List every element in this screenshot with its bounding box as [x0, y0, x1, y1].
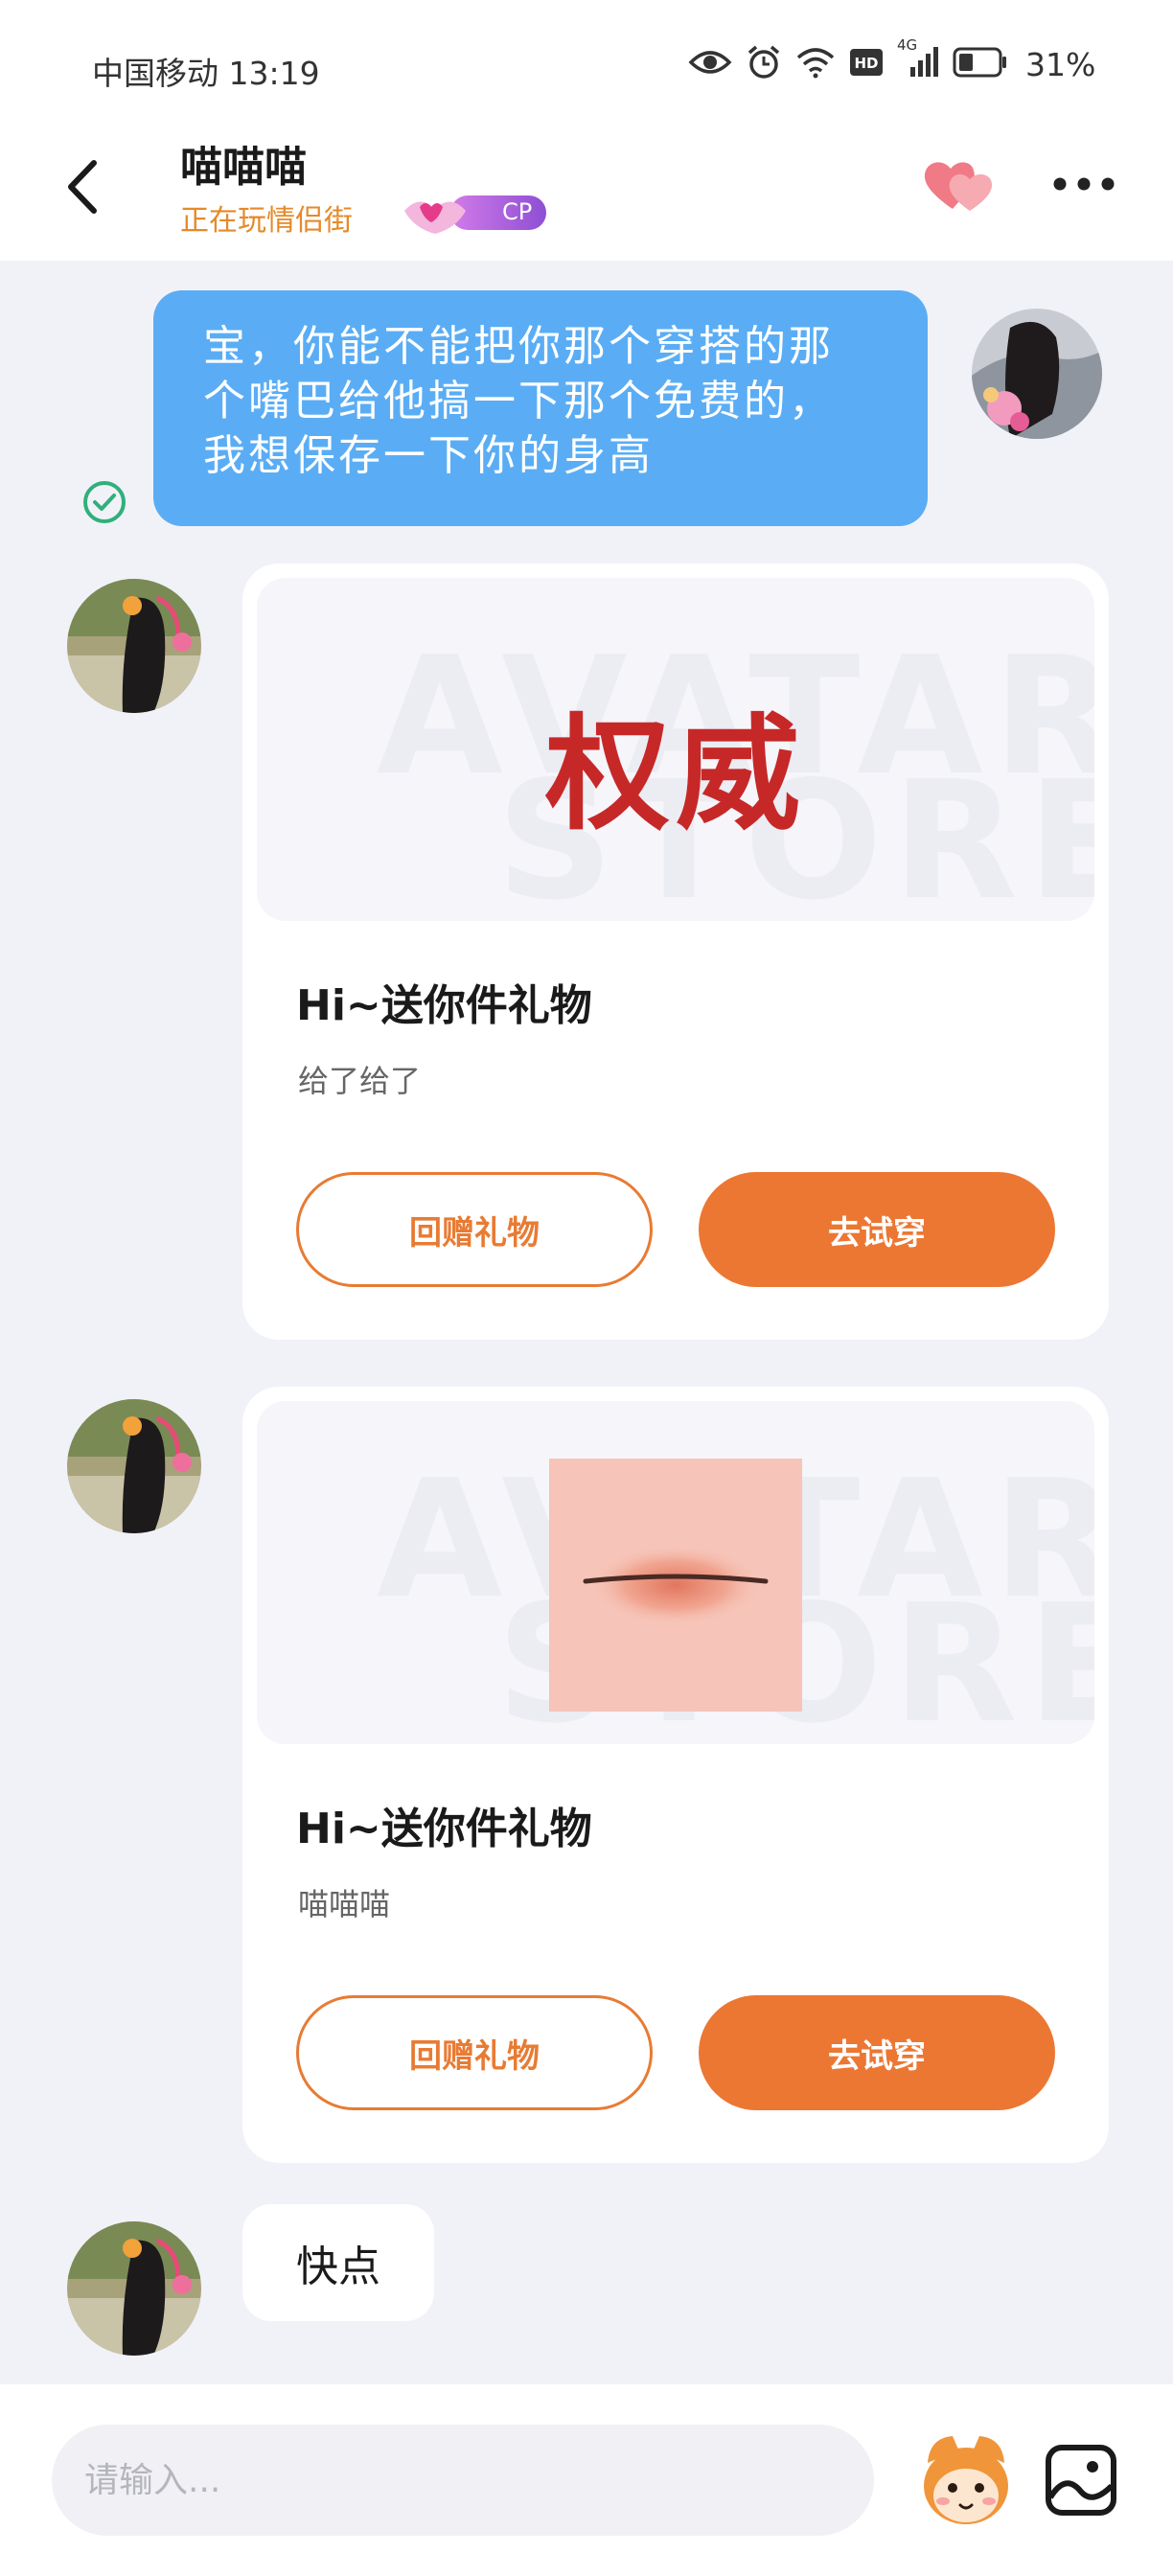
battery-percent: 31%: [1025, 45, 1096, 83]
peer-avatar[interactable]: [67, 1399, 201, 1533]
my-avatar[interactable]: [972, 309, 1102, 439]
more-icon: [1053, 177, 1115, 191]
hearts-button[interactable]: [918, 153, 999, 217]
wifi-icon: [795, 46, 836, 82]
svg-text:HD: HD: [854, 55, 878, 72]
more-button[interactable]: [1050, 163, 1117, 211]
status-carrier-time: 中国移动 13:19: [92, 55, 320, 92]
read-check-icon: [81, 479, 127, 525]
gift-card[interactable]: AVATAR STORE Hi~送你件礼物 喵喵喵 回赠礼物 去试穿: [242, 1387, 1109, 2163]
gift-image-text: 权威: [544, 701, 806, 847]
eye-icon: [688, 48, 732, 80]
network-label: 4G: [897, 36, 918, 54]
message-input[interactable]: [52, 2425, 874, 2536]
gift-card[interactable]: AVATAR STORE 权威 Hi~送你件礼物 给了给了 回赠礼物 去试穿: [242, 564, 1109, 1340]
emoji-button[interactable]: [910, 2425, 1022, 2536]
gift-image: AVATAR STORE: [257, 1401, 1094, 1744]
alarm-icon: [746, 44, 782, 84]
lips-item-image: [549, 1459, 802, 1712]
outgoing-message-bubble[interactable]: 宝，你能不能把你那个穿搭的那个嘴巴给他搞一下那个免费的，我想保存一下你的身高: [153, 290, 928, 526]
hd-icon: HD: [849, 48, 884, 80]
battery-icon: [953, 47, 1008, 81]
signal-icon: 4G: [897, 36, 939, 82]
hearts-icon: [924, 162, 993, 211]
gift-title: Hi~送你件礼物: [296, 1805, 592, 1853]
try-on-button[interactable]: 去试穿: [699, 1172, 1055, 1287]
peer-avatar[interactable]: [67, 2221, 201, 2356]
gift-image: AVATAR STORE 权威: [257, 578, 1094, 921]
contact-name[interactable]: 喵喵喵: [180, 132, 307, 194]
return-gift-button[interactable]: 回赠礼物: [296, 1172, 653, 1287]
back-arrow-icon: [68, 160, 97, 214]
return-gift-button[interactable]: 回赠礼物: [296, 1995, 653, 2110]
cp-badge-label: CP: [502, 198, 533, 225]
cp-badge[interactable]: CP: [402, 190, 548, 236]
gift-subtitle: 给了给了: [298, 1063, 422, 1099]
contact-status: 正在玩情侣街: [180, 204, 353, 238]
gift-title: Hi~送你件礼物: [296, 981, 592, 1030]
status-icons: HD 4G 31%: [688, 36, 1096, 88]
image-button[interactable]: [1045, 2444, 1117, 2517]
back-button[interactable]: [58, 153, 115, 220]
image-icon: [1046, 2445, 1116, 2516]
peer-avatar[interactable]: [67, 579, 201, 713]
sticker-mascot-icon: [924, 2436, 1008, 2524]
try-on-button[interactable]: 去试穿: [699, 1995, 1055, 2110]
gift-subtitle: 喵喵喵: [298, 1886, 391, 1922]
incoming-message-bubble[interactable]: 快点: [242, 2204, 434, 2321]
